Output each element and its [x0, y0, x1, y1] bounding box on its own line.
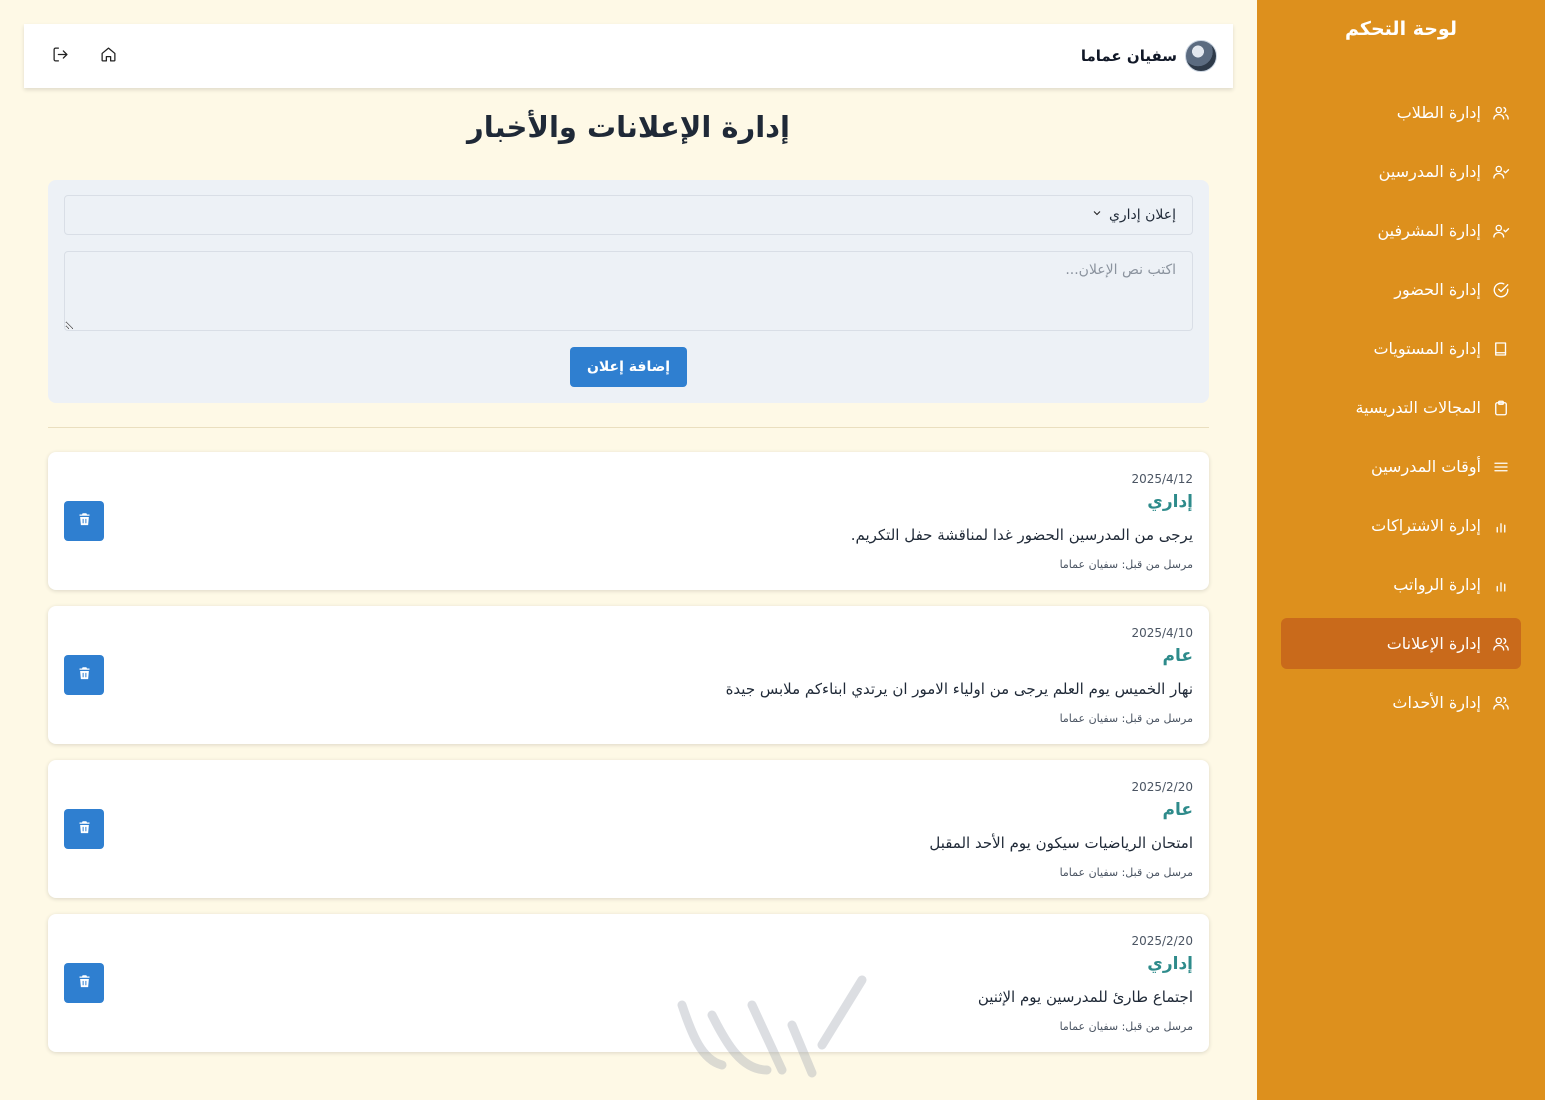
sidebar-item-label: إدارة المدرسين	[1378, 162, 1481, 181]
chevron-down-icon	[1091, 207, 1103, 223]
sidebar-item-label: المجالات التدريسية	[1355, 398, 1481, 417]
announcement-card: 2025/4/12 إداري يرجى من المدرسين الحضور …	[48, 452, 1209, 590]
announcement-type: إداري	[1147, 492, 1193, 512]
check-circle-icon	[1491, 280, 1511, 300]
app-root: لوحة التحكم إدارة الطلاب إدارة المدرسين …	[0, 0, 1545, 1100]
sidebar-item-label: إدارة المشرفين	[1377, 221, 1481, 240]
announcement-sender: مرسل من قبل: سفيان عماما	[1059, 712, 1193, 725]
announcement-type-select[interactable]: إعلان إداري	[64, 195, 1193, 235]
sidebar-item-label: إدارة الأحداث	[1392, 693, 1481, 712]
clipboard-icon	[1491, 398, 1511, 418]
sidebar-item-label: إدارة الإعلانات	[1386, 634, 1481, 653]
announcement-form: إعلان إداري إضافة إعلان	[48, 180, 1209, 403]
watermark-logo	[677, 975, 867, 1078]
home-icon	[100, 46, 117, 67]
sidebar-item-teaching-fields[interactable]: المجالات التدريسية	[1281, 382, 1521, 433]
page-title: إدارة الإعلانات والأخبار	[467, 110, 790, 144]
announcement-date: 2025/2/20	[1131, 780, 1193, 794]
sidebar-item-attendance[interactable]: إدارة الحضور	[1281, 264, 1521, 315]
bar-chart-icon	[1491, 575, 1511, 595]
book-icon	[1491, 339, 1511, 359]
delete-button[interactable]	[64, 963, 104, 1003]
trash-icon	[77, 820, 92, 839]
add-announcement-button[interactable]: إضافة إعلان	[570, 347, 687, 387]
announcement-text: يرجى من المدرسين الحضور غدا لمناقشة حفل …	[850, 526, 1193, 544]
announcement-text: اجتماع طارئ للمدرسين يوم الإثنين	[977, 988, 1193, 1006]
announcement-date: 2025/4/10	[1131, 626, 1193, 640]
user-name: سفيان عماما	[1080, 47, 1177, 65]
sidebar-title: لوحة التحكم	[1345, 18, 1457, 40]
announcement-sender: مرسل من قبل: سفيان عماما	[1059, 866, 1193, 879]
divider	[48, 427, 1209, 428]
announcement-type: عام	[1162, 646, 1193, 666]
announcement-card: 2025/4/10 عام نهار الخميس يوم العلم يرجى…	[48, 606, 1209, 744]
announcement-text-input[interactable]	[64, 251, 1193, 331]
sidebar-item-label: إدارة الرواتب	[1393, 575, 1481, 594]
sidebar-item-label: إدارة الحضور	[1394, 280, 1481, 299]
user-profile[interactable]: سفيان عماما	[1081, 40, 1217, 72]
announcement-card: 2025/2/20 إداري اجتماع طارئ للمدرسين يوم…	[48, 914, 1209, 1052]
home-button[interactable]	[96, 44, 120, 68]
trash-icon	[77, 512, 92, 531]
announcement-type: عام	[1162, 800, 1193, 820]
users-icon	[1491, 634, 1511, 654]
sidebar: لوحة التحكم إدارة الطلاب إدارة المدرسين …	[1257, 0, 1545, 1100]
announcement-text: امتحان الرياضيات سيكون يوم الأحد المقبل	[929, 834, 1193, 852]
sidebar-item-label: إدارة الاشتراكات	[1371, 516, 1481, 535]
top-header: سفيان عماما	[24, 24, 1233, 88]
sidebar-item-salaries[interactable]: إدارة الرواتب	[1281, 559, 1521, 610]
sidebar-nav: إدارة الطلاب إدارة المدرسين إدارة المشرف…	[1281, 87, 1521, 736]
sidebar-item-label: إدارة المستويات	[1373, 339, 1481, 358]
user-check-icon	[1491, 162, 1511, 182]
announcement-type: إداري	[1147, 954, 1193, 974]
sidebar-item-label: إدارة الطلاب	[1396, 103, 1481, 122]
sidebar-item-students[interactable]: إدارة الطلاب	[1281, 87, 1521, 138]
announcement-sender: مرسل من قبل: سفيان عماما	[1059, 558, 1193, 571]
announcement-sender: مرسل من قبل: سفيان عماما	[1059, 1020, 1193, 1033]
sidebar-item-levels[interactable]: إدارة المستويات	[1281, 323, 1521, 374]
trash-icon	[77, 666, 92, 685]
select-value: إعلان إداري	[1108, 207, 1176, 223]
delete-button[interactable]	[64, 655, 104, 695]
avatar	[1185, 40, 1217, 72]
users-icon	[1491, 103, 1511, 123]
announcement-text: نهار الخميس يوم العلم يرجى من اولياء الا…	[725, 680, 1193, 698]
sidebar-item-announcements[interactable]: إدارة الإعلانات	[1281, 618, 1521, 669]
announcement-date: 2025/2/20	[1131, 934, 1193, 948]
trash-icon	[77, 974, 92, 993]
delete-button[interactable]	[64, 809, 104, 849]
sidebar-item-subscriptions[interactable]: إدارة الاشتراكات	[1281, 500, 1521, 551]
bar-chart-icon	[1491, 516, 1511, 536]
logout-button[interactable]	[48, 44, 72, 68]
sidebar-item-teacher-times[interactable]: أوقات المدرسين	[1281, 441, 1521, 492]
sidebar-item-label: أوقات المدرسين	[1371, 457, 1481, 476]
logout-icon	[52, 46, 69, 67]
user-check-icon	[1491, 221, 1511, 241]
users-icon	[1491, 693, 1511, 713]
delete-button[interactable]	[64, 501, 104, 541]
sidebar-item-supervisors[interactable]: إدارة المشرفين	[1281, 205, 1521, 256]
announcement-date: 2025/4/12	[1131, 472, 1193, 486]
sidebar-item-teachers[interactable]: إدارة المدرسين	[1281, 146, 1521, 197]
menu-icon	[1491, 457, 1511, 477]
announcement-card: 2025/2/20 عام امتحان الرياضيات سيكون يوم…	[48, 760, 1209, 898]
sidebar-item-events[interactable]: إدارة الأحداث	[1281, 677, 1521, 728]
